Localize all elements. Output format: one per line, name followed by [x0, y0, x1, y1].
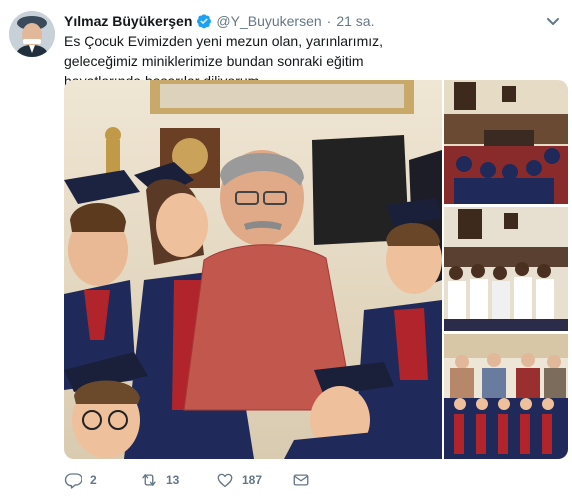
author-name[interactable]: Yılmaz Büyükerşen [64, 13, 192, 29]
avatar[interactable] [9, 11, 55, 57]
media-grid [64, 80, 568, 459]
message-button[interactable] [292, 471, 368, 489]
chevron-down-icon[interactable] [544, 12, 562, 30]
separator-dot: · [326, 13, 332, 29]
tweet-actions: 2 13 187 [64, 470, 368, 490]
author-handle[interactable]: @Y_Buyukersen [216, 13, 321, 29]
like-count: 187 [242, 473, 263, 487]
reply-button[interactable]: 2 [64, 471, 140, 489]
avatar-image [9, 11, 55, 57]
reply-count: 2 [90, 473, 97, 487]
reply-icon [64, 473, 82, 489]
verified-badge-icon [196, 13, 212, 29]
envelope-icon [293, 474, 309, 486]
main-photo[interactable] [64, 80, 442, 459]
tweet-timestamp[interactable]: 21 sa. [336, 13, 374, 29]
side-photo-2[interactable] [444, 207, 568, 331]
retweet-button[interactable]: 13 [140, 471, 216, 489]
retweet-count: 13 [166, 473, 180, 487]
side-photo-3[interactable] [444, 334, 568, 459]
like-button[interactable]: 187 [216, 471, 292, 489]
tweet-header: Yılmaz Büyükerşen @Y_Buyukersen · 21 sa. [64, 11, 562, 31]
heart-icon [217, 473, 233, 488]
side-photo-1[interactable] [444, 80, 568, 204]
retweet-icon [142, 474, 156, 486]
